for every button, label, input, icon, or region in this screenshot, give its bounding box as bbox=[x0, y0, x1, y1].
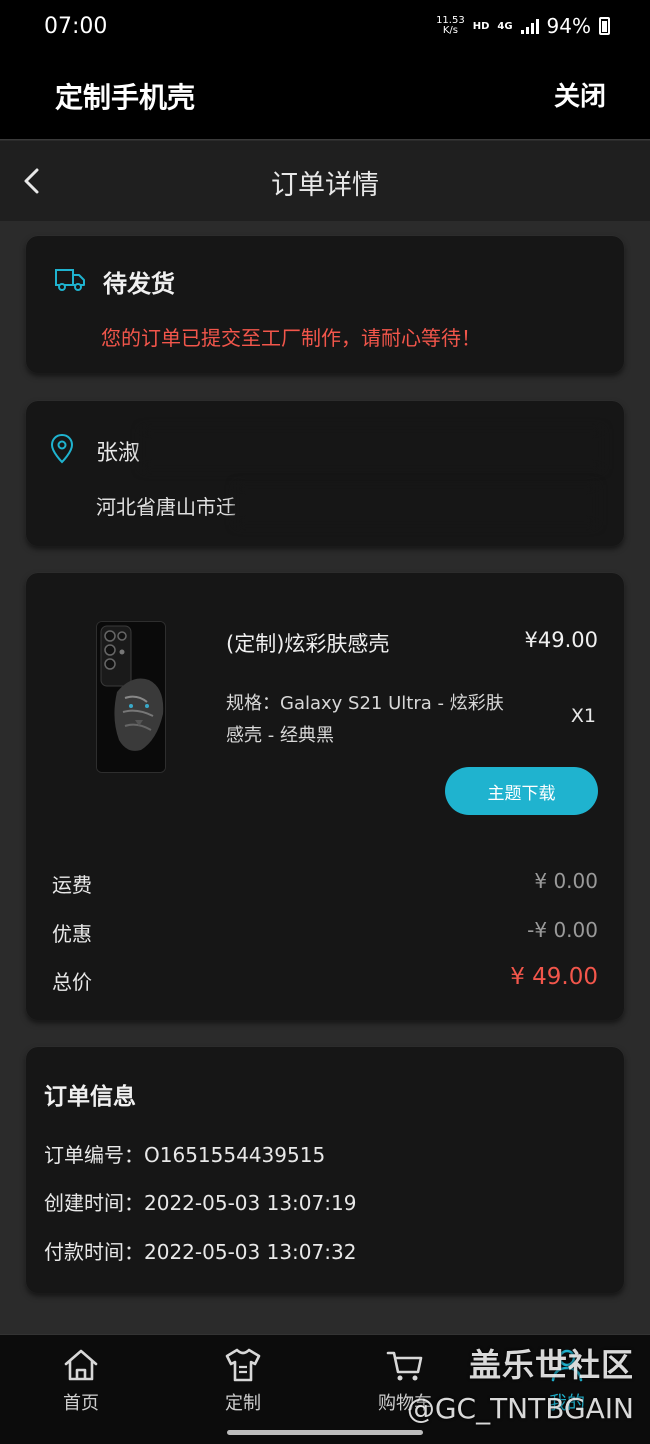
order-info-title: 订单信息 bbox=[44, 1084, 136, 1110]
signal-icon bbox=[520, 18, 539, 34]
privacy-blur bbox=[142, 429, 602, 469]
battery-icon bbox=[599, 17, 610, 35]
phone-case-image[interactable] bbox=[96, 621, 166, 773]
status-bar: 07:00 11.53 K/s HD 4G 94% bbox=[0, 0, 650, 56]
product-spec: 规格：Galaxy S21 Ultra - 炫彩肤 感壳 - 经典黑 bbox=[226, 688, 536, 752]
created-time-value: 2022-05-03 13:07:19 bbox=[144, 1191, 357, 1215]
privacy-blur bbox=[236, 485, 596, 525]
product-price: ¥49.00 bbox=[524, 628, 598, 652]
product-card: (定制)炫彩肤感壳 ¥49.00 规格：Galaxy S21 Ultra - 炫… bbox=[26, 573, 624, 1020]
shipping-fee-row: 运费 ¥ 0.00 bbox=[52, 869, 598, 899]
nav-label-home: 首页 bbox=[63, 1393, 99, 1414]
shipping-address-card[interactable]: 张淑 河北省唐山市迁 bbox=[26, 401, 624, 546]
order-info-card: 订单信息 订单编号：O1651554439515 创建时间：2022-05-03… bbox=[26, 1047, 624, 1293]
theme-download-button[interactable]: 主题下载 bbox=[445, 767, 598, 815]
status-indicators: 11.53 K/s HD 4G 94% bbox=[436, 14, 610, 38]
order-number-label: 订单编号： bbox=[44, 1143, 144, 1167]
app-header: 定制手机壳 关闭 bbox=[0, 56, 650, 140]
watermark-handle: @GC_TNTBGAIN bbox=[406, 1392, 634, 1425]
created-time-row: 创建时间：2022-05-03 13:07:19 bbox=[44, 1187, 356, 1216]
order-number-value: O1651554439515 bbox=[144, 1143, 326, 1167]
app-title: 定制手机壳 bbox=[55, 81, 196, 114]
discount-row: 优惠 -¥ 0.00 bbox=[52, 918, 598, 948]
product-spec-line: 感壳 - 经典黑 bbox=[226, 725, 334, 746]
page-title: 订单详情 bbox=[271, 170, 379, 201]
shipping-fee-value: ¥ 0.00 bbox=[534, 869, 598, 893]
nav-item-home[interactable]: 首页 bbox=[36, 1345, 126, 1415]
shipping-fee-label: 运费 bbox=[52, 873, 92, 897]
network-speed: 11.53 K/s bbox=[436, 16, 465, 36]
home-icon bbox=[64, 1349, 98, 1381]
status-time: 07:00 bbox=[44, 14, 108, 39]
discount-value: -¥ 0.00 bbox=[527, 918, 598, 942]
hd-badge: HD bbox=[472, 20, 490, 32]
total-price-row: 总价 ¥ 49.00 bbox=[52, 964, 598, 996]
nav-item-customize[interactable]: 定制 bbox=[198, 1345, 288, 1415]
close-button[interactable]: 关闭 bbox=[554, 76, 606, 113]
recipient-address: 河北省唐山市迁 bbox=[96, 495, 236, 519]
created-time-label: 创建时间： bbox=[44, 1191, 144, 1215]
order-status-message: 您的订单已提交至工厂制作，请耐心等待！ bbox=[101, 326, 481, 350]
community-watermark: 盖乐世社区 @GC_TNTBGAIN bbox=[407, 1340, 634, 1425]
truck-icon bbox=[55, 269, 85, 291]
total-price-value: ¥ 49.00 bbox=[510, 964, 598, 990]
discount-label: 优惠 bbox=[52, 922, 92, 946]
order-status-card: 待发货 您的订单已提交至工厂制作，请耐心等待！ bbox=[26, 236, 624, 373]
network-type: 4G bbox=[497, 20, 513, 32]
paid-time-label: 付款时间： bbox=[44, 1240, 144, 1264]
order-status-title: 待发货 bbox=[103, 270, 175, 298]
paid-time-value: 2022-05-03 13:07:32 bbox=[144, 1240, 357, 1264]
total-price-label: 总价 bbox=[52, 970, 92, 994]
home-indicator[interactable] bbox=[227, 1430, 423, 1435]
product-quantity: X1 bbox=[570, 705, 596, 727]
product-name: (定制)炫彩肤感壳 bbox=[226, 632, 390, 656]
paid-time-row: 付款时间：2022-05-03 13:07:32 bbox=[44, 1236, 356, 1265]
recipient-name: 张淑 bbox=[96, 441, 141, 466]
page-nav-bar: 订单详情 bbox=[0, 141, 650, 221]
product-spec-line: 规格：Galaxy S21 Ultra - 炫彩肤 bbox=[226, 693, 504, 714]
tshirt-icon bbox=[225, 1348, 261, 1382]
watermark-title: 盖乐世社区 bbox=[468, 1346, 634, 1384]
battery-level: 94% bbox=[546, 14, 591, 38]
phone-case-illustration bbox=[97, 622, 165, 772]
network-speed-unit: K/s bbox=[442, 25, 458, 36]
nav-label-customize: 定制 bbox=[225, 1393, 261, 1414]
location-icon bbox=[50, 433, 74, 464]
order-number-row: 订单编号：O1651554439515 bbox=[44, 1139, 325, 1168]
